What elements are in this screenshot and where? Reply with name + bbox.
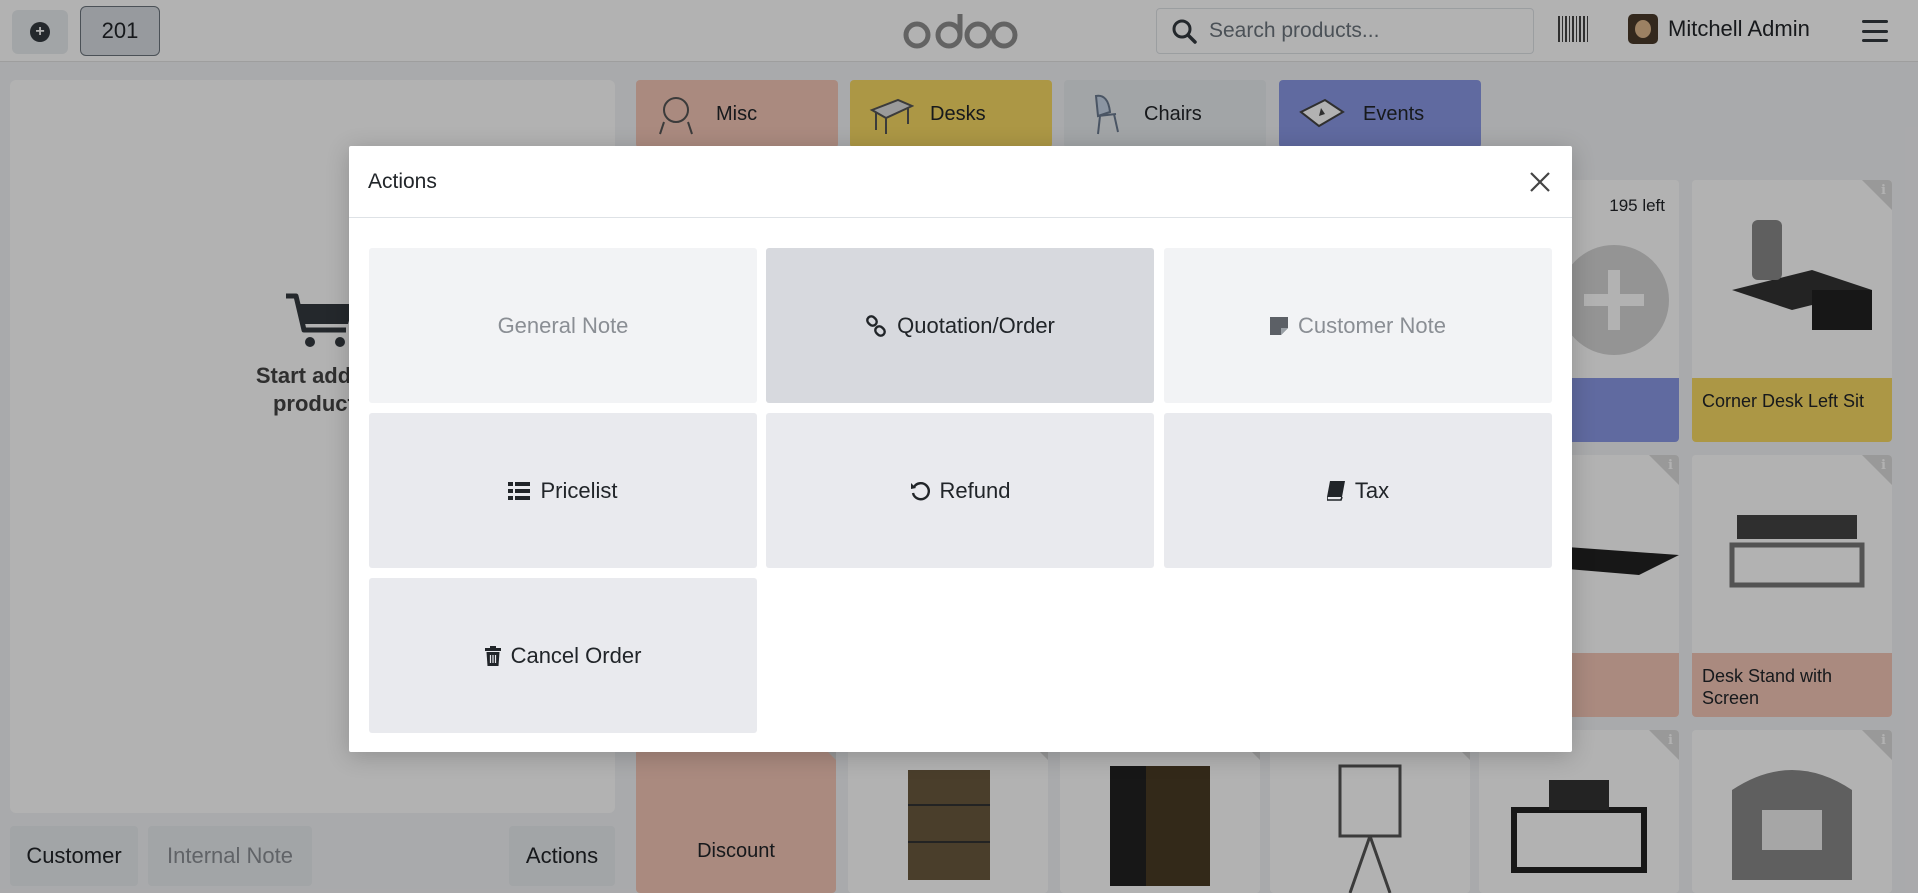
actions-dialog: Actions General Note Quotation/Order Cus… [349, 146, 1572, 752]
pricelist-label: Pricelist [540, 477, 618, 503]
quotation-order-label: Quotation/Order [897, 312, 1055, 338]
list-icon [508, 481, 531, 500]
general-note-label: General Note [497, 312, 629, 338]
trash-icon [484, 645, 501, 666]
customer-note-button[interactable]: Customer Note [1164, 248, 1552, 403]
tax-label: Tax [1354, 477, 1390, 503]
book-icon [1326, 480, 1345, 501]
dialog-title: Actions [368, 169, 437, 193]
tax-button[interactable]: Tax [1164, 413, 1552, 568]
cancel-order-button[interactable]: Cancel Order [369, 578, 757, 733]
customer-note-label: Customer Note [1298, 312, 1446, 338]
undo-icon [910, 481, 930, 500]
link-icon [866, 314, 887, 337]
refund-label: Refund [939, 477, 1011, 503]
sticky-note-icon [1270, 316, 1289, 335]
general-note-button[interactable]: General Note [369, 248, 757, 403]
dialog-header: Actions [349, 146, 1572, 218]
cancel-order-label: Cancel Order [510, 642, 642, 668]
close-icon[interactable] [1526, 168, 1554, 196]
quotation-order-button[interactable]: Quotation/Order [766, 248, 1154, 403]
pricelist-button[interactable]: Pricelist [369, 413, 757, 568]
refund-button[interactable]: Refund [766, 413, 1154, 568]
